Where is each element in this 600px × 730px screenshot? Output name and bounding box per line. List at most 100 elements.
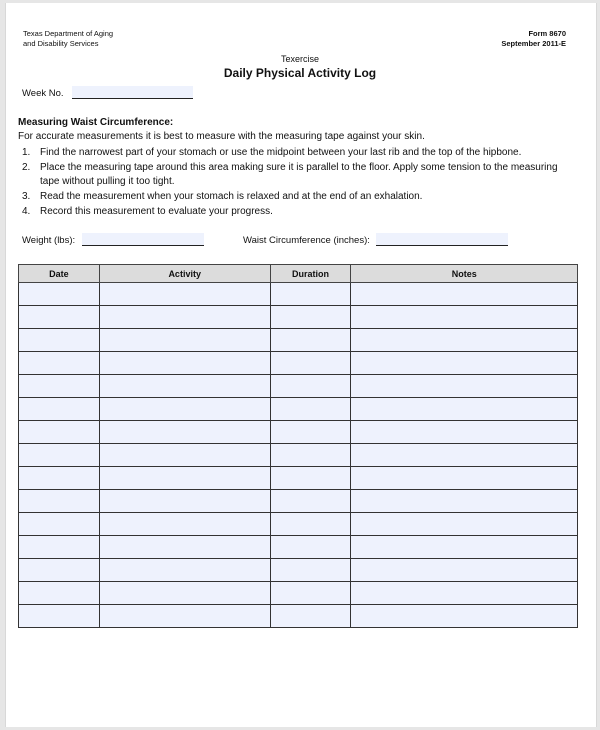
date-cell[interactable]: [18, 305, 100, 329]
table-row: [18, 535, 578, 559]
date-cell[interactable]: [18, 420, 100, 444]
activity-cell[interactable]: [98, 282, 271, 306]
notes-cell[interactable]: [350, 351, 578, 375]
table-row: [18, 374, 578, 398]
week-label: Week No.: [22, 88, 64, 99]
notes-cell[interactable]: [350, 420, 578, 444]
date-cell[interactable]: [18, 397, 100, 421]
activity-cell[interactable]: [98, 604, 271, 628]
step-text: Record this measurement to evaluate your…: [40, 205, 273, 217]
duration-cell[interactable]: [269, 305, 352, 329]
activity-cell[interactable]: [98, 489, 271, 513]
table-header-row: Date Activity Duration Notes: [18, 264, 578, 283]
step-item: 3. Read the measurement when your stomac…: [22, 190, 582, 205]
step-text: Find the narrowest part of your stomach …: [40, 147, 522, 158]
week-number-field[interactable]: [72, 86, 193, 99]
step-number: 3.: [22, 191, 31, 203]
duration-cell[interactable]: [269, 328, 352, 352]
agency-line-1: Texas Department of Aging: [23, 29, 114, 38]
table-row: [18, 604, 578, 628]
duration-cell[interactable]: [269, 443, 352, 467]
duration-cell[interactable]: [269, 282, 352, 306]
duration-cell[interactable]: [269, 512, 352, 536]
date-cell[interactable]: [18, 512, 100, 536]
notes-cell[interactable]: [350, 489, 578, 513]
date-cell[interactable]: [18, 535, 100, 559]
activity-cell[interactable]: [98, 351, 271, 375]
date-cell[interactable]: [18, 351, 100, 375]
table-row: [18, 351, 578, 375]
step-item: 4. Record this measurement to evaluate y…: [22, 205, 582, 220]
date-cell[interactable]: [18, 604, 100, 628]
duration-cell[interactable]: [269, 535, 352, 559]
notes-cell[interactable]: [350, 604, 578, 628]
notes-cell[interactable]: [350, 581, 578, 605]
notes-cell[interactable]: [350, 282, 578, 306]
notes-cell[interactable]: [350, 558, 578, 582]
duration-cell[interactable]: [269, 489, 352, 513]
date-cell[interactable]: [18, 374, 100, 398]
activity-log-table: Date Activity Duration Notes: [18, 264, 578, 628]
form-date: September 2011-E: [501, 39, 566, 48]
date-cell[interactable]: [18, 282, 100, 306]
activity-cell[interactable]: [98, 305, 271, 329]
duration-cell[interactable]: [269, 420, 352, 444]
table-row: [18, 305, 578, 329]
form-identifier: Form 8670 September 2011-E: [501, 29, 566, 49]
table-row: [18, 443, 578, 467]
column-header-date: Date: [18, 264, 100, 283]
agency-name: Texas Department of Aging and Disability…: [23, 29, 113, 49]
section-heading: Measuring Waist Circumference:: [18, 117, 174, 128]
activity-cell[interactable]: [98, 581, 271, 605]
column-header-notes: Notes: [350, 264, 578, 283]
duration-cell[interactable]: [269, 558, 352, 582]
notes-cell[interactable]: [350, 328, 578, 352]
date-cell[interactable]: [18, 466, 100, 490]
duration-cell[interactable]: [269, 466, 352, 490]
program-subtitle: Texercise: [280, 54, 319, 64]
table-row: [18, 328, 578, 352]
duration-cell[interactable]: [269, 374, 352, 398]
activity-cell[interactable]: [98, 374, 271, 398]
notes-cell[interactable]: [350, 535, 578, 559]
table-body: [18, 282, 578, 628]
activity-cell[interactable]: [98, 558, 271, 582]
duration-cell[interactable]: [269, 397, 352, 421]
date-cell[interactable]: [18, 328, 100, 352]
waist-label: Waist Circumference (inches):: [243, 235, 370, 246]
duration-cell[interactable]: [269, 604, 352, 628]
step-number: 1.: [22, 147, 31, 158]
table-row: [18, 489, 578, 513]
activity-cell[interactable]: [98, 466, 271, 490]
duration-cell[interactable]: [269, 581, 352, 605]
notes-cell[interactable]: [350, 374, 578, 398]
activity-cell[interactable]: [98, 512, 271, 536]
notes-cell[interactable]: [350, 512, 578, 536]
notes-cell[interactable]: [350, 397, 578, 421]
date-cell[interactable]: [18, 581, 100, 605]
duration-cell[interactable]: [269, 351, 352, 375]
table-row: [18, 282, 578, 306]
instructions-steps: 1. Find the narrowest part of your stoma…: [22, 146, 582, 220]
notes-cell[interactable]: [350, 466, 578, 490]
table-row: [18, 558, 578, 582]
notes-cell[interactable]: [350, 305, 578, 329]
notes-cell[interactable]: [350, 443, 578, 467]
weight-field[interactable]: [82, 233, 204, 246]
activity-cell[interactable]: [98, 420, 271, 444]
activity-cell[interactable]: [98, 328, 271, 352]
waist-field[interactable]: [376, 233, 508, 246]
activity-cell[interactable]: [98, 443, 271, 467]
step-item: 2. Place the measuring tape around this …: [22, 161, 582, 190]
activity-cell[interactable]: [98, 397, 271, 421]
page-title: Daily Physical Activity Log: [223, 66, 377, 80]
column-header-duration: Duration: [269, 264, 352, 283]
table-row: [18, 466, 578, 490]
step-item: 1. Find the narrowest part of your stoma…: [22, 146, 582, 161]
weight-label: Weight (lbs):: [22, 235, 76, 246]
date-cell[interactable]: [18, 558, 100, 582]
date-cell[interactable]: [18, 489, 100, 513]
activity-cell[interactable]: [98, 535, 271, 559]
date-cell[interactable]: [18, 443, 100, 467]
table-row: [18, 512, 578, 536]
